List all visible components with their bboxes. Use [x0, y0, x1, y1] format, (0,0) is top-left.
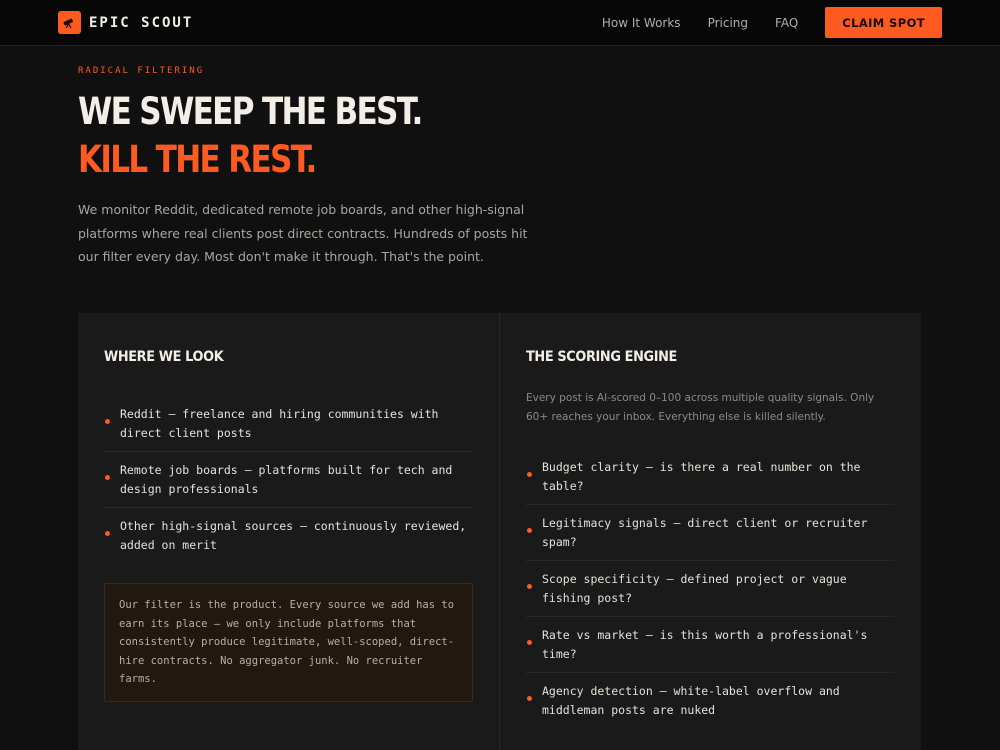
section-eyebrow: RADICAL FILTERING	[78, 66, 205, 76]
nav-link-how-it-works[interactable]: How It Works	[602, 16, 681, 30]
brand[interactable]: EPIC SCOUT	[58, 11, 193, 34]
bullet-dot-icon	[105, 419, 110, 424]
list-item-text: Budget clarity — is there a real number …	[542, 460, 861, 493]
source-list: Reddit — freelance and hiring communitie…	[104, 396, 473, 563]
hero-lead: We monitor Reddit, dedicated remote job …	[78, 202, 528, 264]
claim-spot-button[interactable]: CLAIM SPOT	[825, 7, 942, 38]
where-we-look-title: WHERE WE LOOK	[104, 349, 224, 365]
hero-headline: WE SWEEP THE BEST. KILL THE REST.	[78, 88, 787, 184]
feature-panels: WHERE WE LOOK Reddit — freelance and hir…	[78, 313, 921, 750]
list-item: Budget clarity — is there a real number …	[526, 449, 895, 505]
where-we-look-panel: WHERE WE LOOK Reddit — freelance and hir…	[78, 313, 499, 750]
bullet-dot-icon	[105, 531, 110, 536]
list-item: Scope specificity — defined project or v…	[526, 561, 895, 617]
list-item: Reddit — freelance and hiring communitie…	[104, 396, 473, 452]
list-item: Rate vs market — is this worth a profess…	[526, 617, 895, 673]
signal-list: Budget clarity — is there a real number …	[526, 449, 895, 728]
list-item: Other high-signal sources — continuously…	[104, 508, 473, 563]
list-item-text: Remote job boards — platforms built for …	[120, 463, 453, 496]
list-item-text: Rate vs market — is this worth a profess…	[542, 628, 868, 661]
telescope-icon	[58, 11, 81, 34]
list-item-text: Legitimacy signals — direct client or re…	[542, 516, 868, 549]
list-item: Agency detection — white-label overflow …	[526, 673, 895, 728]
list-item-text: Reddit — freelance and hiring communitie…	[120, 407, 439, 440]
bullet-dot-icon	[527, 640, 532, 645]
bullet-dot-icon	[527, 696, 532, 701]
headline-line-1: WE SWEEP THE BEST.	[78, 90, 423, 133]
list-item-text: Other high-signal sources — continuously…	[120, 519, 467, 552]
bullet-dot-icon	[527, 584, 532, 589]
top-nav: EPIC SCOUT How It Works Pricing FAQ CLAI…	[0, 0, 1000, 46]
scoring-engine-description: Every post is AI-scored 0–100 across mul…	[526, 392, 875, 423]
list-item-text: Scope specificity — defined project or v…	[542, 572, 847, 605]
bullet-dot-icon	[105, 475, 110, 480]
nav-links: How It Works Pricing FAQ CLAIM SPOT	[602, 7, 942, 38]
list-item: Legitimacy signals — direct client or re…	[526, 505, 895, 561]
nav-link-faq[interactable]: FAQ	[775, 16, 798, 30]
nav-link-pricing[interactable]: Pricing	[708, 16, 748, 30]
list-item: Remote job boards — platforms built for …	[104, 452, 473, 508]
bullet-dot-icon	[527, 472, 532, 477]
scoring-engine-panel: THE SCORING ENGINE Every post is AI-scor…	[499, 313, 921, 750]
hero-section: RADICAL FILTERING WE SWEEP THE BEST. KIL…	[0, 46, 1000, 269]
bullet-dot-icon	[527, 528, 532, 533]
brand-name: EPIC SCOUT	[89, 14, 194, 31]
list-item-text: Agency detection — white-label overflow …	[542, 684, 840, 717]
headline-line-2: KILL THE REST.	[78, 138, 317, 181]
filter-note: Our filter is the product. Every source …	[104, 583, 473, 702]
scoring-engine-title: THE SCORING ENGINE	[526, 349, 677, 365]
